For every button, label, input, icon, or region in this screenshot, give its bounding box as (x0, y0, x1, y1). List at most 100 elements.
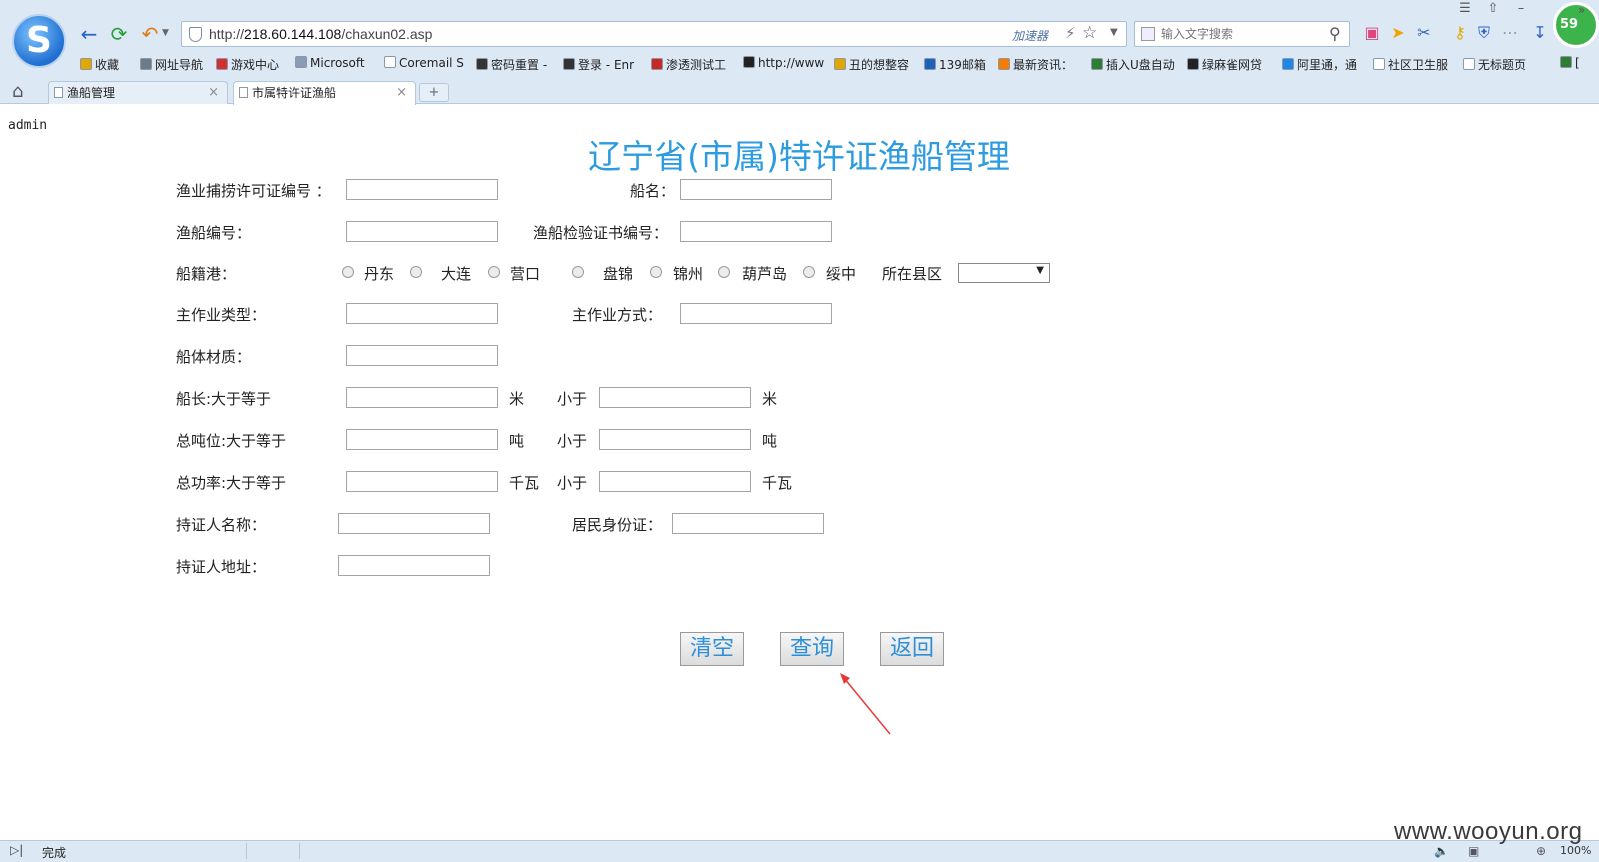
new-tab-button[interactable]: + (419, 83, 449, 102)
holder-address-input[interactable] (338, 555, 490, 576)
work-type-input[interactable] (346, 303, 498, 324)
lightning-icon[interactable]: ⚡ (1065, 24, 1076, 42)
tab-licensed-boats[interactable]: 市属特许证渔船 × (233, 81, 416, 105)
bookmark-item[interactable]: 阿里通，通 (1282, 56, 1357, 73)
bookmark-item[interactable]: 插入U盘自动 (1091, 56, 1175, 73)
port-radio-dandong[interactable] (342, 266, 354, 278)
speaker-icon[interactable]: 🔈 (1434, 844, 1449, 858)
bookmark-item[interactable]: Microsoft (295, 56, 365, 70)
bookmark-label: 139邮箱 (939, 58, 986, 72)
accelerator-label[interactable]: 加速器 (1012, 27, 1048, 44)
page-title: 辽宁省(市属)特许证渔船管理 (588, 137, 1010, 176)
bookmarks-more-icon[interactable]: » (1578, 3, 1585, 17)
bookmark-label: 渗透测试工 (666, 58, 727, 72)
search-icon[interactable]: ⚲ (1329, 24, 1341, 43)
globe-icon (140, 58, 152, 70)
bookmark-label: 收藏 (95, 58, 120, 72)
folder-icon (295, 56, 307, 68)
id-card-input[interactable] (672, 513, 824, 534)
hull-material-input[interactable] (346, 345, 498, 366)
back-button[interactable]: ← (77, 22, 101, 46)
inspection-cert-input[interactable] (680, 221, 832, 242)
site-icon (1560, 56, 1572, 68)
bookmark-item[interactable]: 139邮箱 (924, 56, 986, 73)
bookmark-item[interactable]: 收藏 (80, 56, 119, 73)
url-path: /chaxun02.asp (341, 26, 433, 42)
bookmark-item[interactable]: 游戏中心 (216, 56, 279, 73)
minimize-button[interactable]: – (1508, 0, 1534, 18)
address-bar[interactable]: http://218.60.144.108/chaxun02.asp 加速器 ⚡… (181, 21, 1127, 47)
page-icon (54, 87, 63, 98)
bookmark-item[interactable]: 登录 - Enr (563, 56, 634, 73)
back-page-button[interactable]: 返回 (880, 632, 944, 666)
home-icon[interactable]: ⌂ (12, 81, 23, 102)
bookmark-item[interactable]: [ (1560, 56, 1580, 70)
bookmark-item[interactable]: 丑的想整容 (834, 56, 909, 73)
work-mode-input[interactable] (680, 303, 832, 324)
tonnage-min-input[interactable] (346, 429, 498, 450)
search-engine-icon[interactable] (1141, 27, 1155, 41)
port-radio-huludao[interactable] (718, 266, 730, 278)
sidebar-toggle-icon[interactable]: ▷| (10, 843, 23, 857)
length-label: 船长:大于等于 (176, 390, 272, 408)
c-icon (651, 58, 663, 70)
image-icon[interactable]: ▣ (1468, 844, 1479, 858)
holder-address-label: 持证人地址： (176, 558, 267, 576)
bookmark-label: 网址导航 (155, 58, 204, 72)
power-max-input[interactable] (599, 471, 751, 492)
power-min-input[interactable] (346, 471, 498, 492)
bookmark-item[interactable]: http://www (743, 56, 824, 70)
port-radio-panjin[interactable] (572, 266, 584, 278)
tonnage-max-input[interactable] (599, 429, 751, 450)
clear-button[interactable]: 清空 (680, 632, 744, 666)
close-icon[interactable]: × (208, 82, 219, 104)
game-icon (216, 58, 228, 70)
length-min-input[interactable] (346, 387, 498, 408)
tab-fishing-boat-management[interactable]: 渔船管理 × (48, 81, 228, 104)
county-select[interactable]: ▼ (958, 263, 1050, 283)
port-radio-dalian[interactable] (410, 266, 422, 278)
scissors-icon[interactable]: ✂ (1414, 23, 1434, 43)
close-icon[interactable]: × (396, 82, 407, 104)
zoom-icon[interactable]: ⊕ (1536, 844, 1546, 858)
less-than-label: 小于 (557, 390, 588, 408)
shield-icon[interactable]: ⛨ (1474, 23, 1494, 43)
length-max-input[interactable] (599, 387, 751, 408)
star-icon[interactable]: ☆ (1082, 23, 1097, 43)
more-icon[interactable]: ⋯ (1500, 23, 1520, 43)
holder-name-input[interactable] (338, 513, 490, 534)
bookmark-item[interactable]: Coremail S (384, 56, 464, 70)
ship-name-input[interactable] (680, 179, 832, 200)
download-icon[interactable]: ↧ (1530, 23, 1550, 43)
query-button[interactable]: 查询 (780, 632, 844, 666)
undo-button[interactable]: ↶ (138, 22, 162, 46)
key-icon[interactable]: ⚷ (1450, 23, 1470, 43)
ship-no-input[interactable] (346, 221, 498, 242)
tab-label: 渔船管理 (67, 86, 116, 100)
bookmark-item[interactable]: 密码重置 - (476, 56, 547, 73)
port-radio-suizhong[interactable] (803, 266, 815, 278)
page-icon (239, 87, 248, 98)
undo-dropdown-icon[interactable]: ▼ (162, 28, 169, 38)
page-icon (384, 56, 396, 68)
bookmark-item[interactable]: 最新资讯： (998, 56, 1073, 73)
gift-icon[interactable]: ▣ (1362, 23, 1382, 43)
menu-icon[interactable]: ☰ (1452, 0, 1478, 18)
port-option-label: 丹东 (364, 265, 395, 283)
address-url[interactable]: http://218.60.144.108/chaxun02.asp (209, 26, 432, 42)
bookmark-item[interactable]: 渗透测试工 (651, 56, 726, 73)
skin-icon[interactable]: ⇧ (1480, 0, 1506, 18)
chevron-down-icon[interactable]: ▼ (1110, 27, 1118, 38)
search-input[interactable] (1161, 25, 1321, 43)
bookmark-item[interactable]: 社区卫生服 (1373, 56, 1448, 73)
notification-badge[interactable]: 59 (1553, 2, 1599, 48)
bookmark-item[interactable]: 无标题页 (1463, 56, 1526, 73)
port-radio-jinzhou[interactable] (650, 266, 662, 278)
refresh-button[interactable]: ⟳ (107, 22, 131, 46)
share-icon[interactable]: ➤ (1388, 23, 1408, 43)
bookmark-item[interactable]: 网址导航 (140, 56, 203, 73)
port-radio-yingkou[interactable] (488, 266, 500, 278)
license-no-input[interactable] (346, 179, 498, 200)
bookmark-item[interactable]: 绿麻雀网贷 (1187, 56, 1262, 73)
power-unit: 千瓦 (762, 474, 793, 492)
